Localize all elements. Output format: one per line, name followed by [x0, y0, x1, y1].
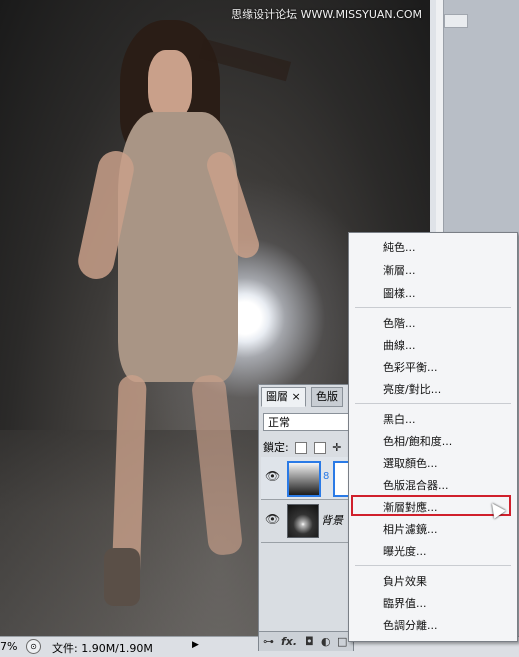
menu-item-posterize[interactable]: 色調分離...	[383, 617, 438, 633]
lock-pixels-icon[interactable]	[313, 442, 326, 454]
eye-icon[interactable]: 👁	[265, 512, 280, 526]
figure-shoe	[104, 548, 140, 606]
link-layers-icon[interactable]: ⊶	[263, 635, 274, 648]
chain-link-icon[interactable]: 8	[323, 471, 329, 482]
menu-separator	[355, 307, 511, 308]
menu-item-threshold[interactable]: 臨界值...	[383, 595, 427, 611]
new-group-icon[interactable]: □	[337, 635, 347, 648]
layer-name: 背景	[321, 514, 343, 527]
layers-panel-footer: ⊶ fx. ◘ ◐ □	[259, 631, 353, 651]
layer-row-gradient-map[interactable]: 👁 8	[261, 457, 351, 500]
zoom-level[interactable]: 7%	[0, 640, 17, 653]
menu-item-gradient-map[interactable]: 漸層對應...	[383, 499, 438, 515]
menu-item-brightness-contrast[interactable]: 亮度/對比...	[383, 381, 441, 397]
menu-item-exposure[interactable]: 曝光度...	[383, 543, 427, 559]
layer-row-background[interactable]: 👁 背景	[261, 500, 349, 543]
lock-transparency-icon[interactable]	[295, 442, 308, 454]
navigator-icon[interactable]: ⊙	[26, 639, 41, 654]
menu-item-pattern[interactable]: 圖樣...	[383, 285, 416, 301]
menu-item-gradient[interactable]: 漸層...	[383, 262, 416, 278]
layers-panel: 圖層 × 色版 正常 鎖定: ✛ 👁 8 👁 背景 ⊶ fx. ◘ ◐ □	[258, 384, 354, 651]
tab-channels[interactable]: 色版	[311, 387, 343, 407]
menu-item-levels[interactable]: 色階...	[383, 315, 416, 331]
menu-item-selective-color[interactable]: 選取顏色...	[383, 455, 438, 471]
menu-item-solid-color[interactable]: 純色...	[383, 239, 416, 255]
menu-separator	[355, 403, 511, 404]
blend-mode-select[interactable]: 正常	[263, 413, 349, 431]
tab-layers[interactable]: 圖層 ×	[261, 387, 306, 407]
lock-label: 鎖定:	[263, 441, 289, 454]
menu-item-channel-mixer[interactable]: 色版混合器...	[383, 477, 449, 493]
figure-face	[148, 50, 192, 120]
background-thumbnail[interactable]	[287, 504, 319, 538]
menu-item-color-balance[interactable]: 色彩平衡...	[383, 359, 438, 375]
menu-item-black-white[interactable]: 黑白...	[383, 411, 416, 427]
adjustment-layer-menu: 純色... 漸層... 圖樣... 色階... 曲線... 色彩平衡... 亮度…	[348, 232, 518, 642]
lock-position-icon[interactable]: ✛	[332, 441, 341, 454]
window-tab[interactable]	[444, 14, 468, 28]
menu-item-curves[interactable]: 曲線...	[383, 337, 416, 353]
new-adjustment-layer-icon[interactable]: ◐	[321, 635, 331, 648]
document-info: 文件: 1.90M/1.90M	[52, 642, 153, 655]
eye-icon[interactable]: 👁	[265, 469, 280, 483]
lock-row: 鎖定: ✛	[263, 439, 341, 455]
menu-item-invert[interactable]: 負片效果	[383, 573, 427, 589]
watermark: 思缘设计论坛 WWW.MISSYUAN.COM	[231, 8, 422, 21]
adjustment-thumbnail[interactable]	[287, 461, 321, 497]
status-menu-arrow[interactable]: ▶	[192, 640, 199, 650]
menu-item-photo-filter[interactable]: 相片濾鏡...	[383, 521, 438, 537]
fx-icon[interactable]: fx.	[281, 635, 297, 648]
menu-item-hue-saturation[interactable]: 色相/飽和度...	[383, 433, 452, 449]
add-mask-icon[interactable]: ◘	[305, 635, 314, 648]
menu-separator	[355, 565, 511, 566]
